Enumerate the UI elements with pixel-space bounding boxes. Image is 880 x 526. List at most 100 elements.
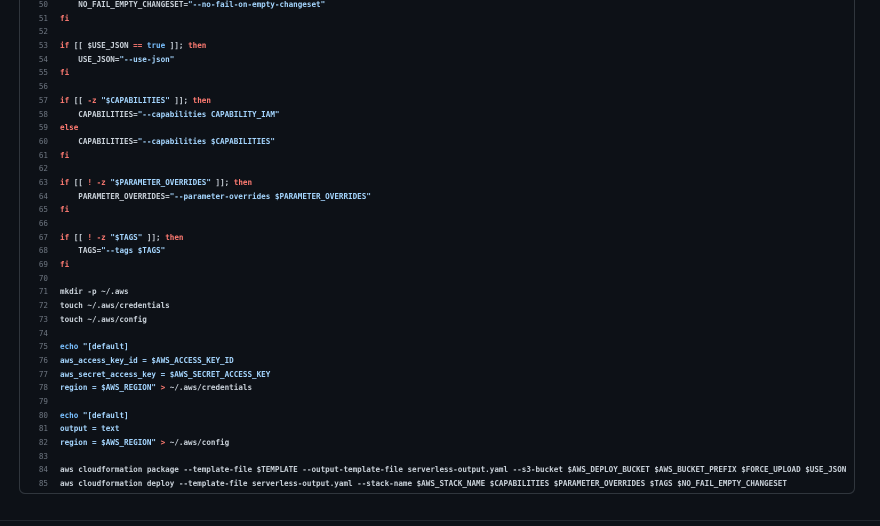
code-token: CAPABILITIES= <box>60 109 138 119</box>
line-number[interactable]: 51 <box>20 12 48 26</box>
code-line: 77 aws_secret_access_key = $AWS_SECRET_AC… <box>20 368 854 382</box>
line-number[interactable]: 77 <box>20 368 48 382</box>
line-number[interactable]: 67 <box>20 231 48 245</box>
line-number[interactable]: 65 <box>20 203 48 217</box>
line-number[interactable]: 53 <box>20 39 48 53</box>
code-line: 84 aws cloudformation package --template-… <box>20 463 854 477</box>
code-token: then <box>165 232 184 242</box>
code-token: "--no-fail-on-empty-changeset" <box>188 0 326 9</box>
code-token: "$PARAMETER_OVERRIDES" <box>110 177 211 187</box>
code-token: NO_FAIL_EMPTY_CHANGESET= <box>60 0 189 9</box>
line-number[interactable]: 66 <box>20 217 48 231</box>
code-token: PARAMETER_OVERRIDES= <box>60 191 170 201</box>
code-line: 66 <box>20 217 854 231</box>
code-token: CAPABILITIES= <box>60 136 138 146</box>
bottom-divider <box>0 520 880 521</box>
line-number[interactable]: 64 <box>20 190 48 204</box>
code-token: "$TAGS" <box>110 232 143 242</box>
line-number[interactable]: 63 <box>20 176 48 190</box>
code-token: ! -z <box>87 232 106 242</box>
line-number[interactable]: 76 <box>20 354 48 368</box>
code-token: then <box>233 177 253 187</box>
code-line: 58 CAPABILITIES="--capabilities CAPABILI… <box>20 108 854 122</box>
line-number[interactable]: 62 <box>20 162 48 176</box>
line-number[interactable]: 61 <box>20 149 48 163</box>
code-viewer-page: 50 NO_FAIL_EMPTY_CHANGESET="--no-fail-on… <box>0 0 880 526</box>
line-number[interactable]: 81 <box>20 422 48 436</box>
line-number[interactable]: 58 <box>20 108 48 122</box>
code-token: "--capabilities $CAPABILITIES" <box>137 136 275 146</box>
line-number[interactable]: 59 <box>20 121 48 135</box>
line-number[interactable]: 73 <box>20 313 48 327</box>
code-token: "$CAPABILITIES" <box>101 95 170 105</box>
line-number[interactable]: 83 <box>20 450 48 464</box>
line-number[interactable]: 80 <box>20 409 48 423</box>
line-number[interactable]: 57 <box>20 94 48 108</box>
code-line: 53 if [[ $USE_JSON == true ]]; then <box>20 39 854 53</box>
line-number[interactable]: 79 <box>20 395 48 409</box>
code-token: aws cloudformation deploy --template-fil… <box>60 479 787 489</box>
code-line: 78 region = $AWS_REGION" > ~/.aws/credent… <box>20 381 854 395</box>
code-token: "[default] <box>82 410 129 420</box>
code-line: 67 if [[ ! -z "$TAGS" ]]; then <box>20 231 854 245</box>
code-token: fi <box>60 205 70 215</box>
code-line: 74 <box>20 327 854 341</box>
code-token: echo <box>60 410 79 420</box>
code-line: 64 PARAMETER_OVERRIDES="--parameter-over… <box>20 190 854 204</box>
code-panel: 50 NO_FAIL_EMPTY_CHANGESET="--no-fail-on… <box>19 0 855 494</box>
code-token: region = $AWS_REGION" <box>60 383 157 393</box>
code-line: 65 fi <box>20 203 854 217</box>
line-number[interactable]: 70 <box>20 272 48 286</box>
line-number[interactable]: 60 <box>20 135 48 149</box>
code-line: 71 mkdir -p ~/.aws <box>20 285 854 299</box>
code-line: 57 if [[ -z "$CAPABILITIES" ]]; then <box>20 94 854 108</box>
code-token: fi <box>60 13 70 23</box>
line-number[interactable]: 71 <box>20 285 48 299</box>
code-token: [[ $USE_JSON <box>69 41 134 51</box>
line-number[interactable]: 75 <box>20 340 48 354</box>
line-number[interactable]: 82 <box>20 436 48 450</box>
code-token: == <box>133 41 143 51</box>
code-token: if <box>60 232 70 242</box>
line-number[interactable]: 55 <box>20 66 48 80</box>
line-number[interactable]: 50 <box>20 0 48 12</box>
line-number[interactable]: 84 <box>20 463 48 477</box>
line-number[interactable]: 52 <box>20 25 48 39</box>
code-token: "--use-json" <box>119 54 175 64</box>
code-token: USE_JSON= <box>60 54 120 64</box>
line-number[interactable]: 68 <box>20 244 48 258</box>
code-token: touch ~/.aws/credentials <box>60 301 170 311</box>
code-token: echo <box>60 342 79 352</box>
code-token: output = text <box>60 424 120 434</box>
line-number[interactable]: 69 <box>20 258 48 272</box>
code-token: if <box>60 95 70 105</box>
code-line: 69 fi <box>20 258 854 272</box>
code-token: ~/.aws/config <box>165 438 230 447</box>
line-number[interactable]: 74 <box>20 327 48 341</box>
code-token: else <box>60 123 79 133</box>
code-token: ]]; <box>210 177 234 187</box>
line-number[interactable]: 54 <box>20 53 48 67</box>
code-line: 59 else <box>20 121 854 135</box>
code-line: 80 echo "[default] <box>20 409 854 423</box>
code-token: ]]; <box>142 232 166 242</box>
code-token: TAGS= <box>60 246 102 256</box>
code-token: mkdir -p ~/.aws <box>60 287 129 297</box>
code-line: 62 <box>20 162 854 176</box>
code-token: ~/.aws/credentials <box>165 383 253 393</box>
line-number[interactable]: 85 <box>20 477 48 491</box>
code-line: 75 echo "[default] <box>20 340 854 354</box>
code-line: 52 <box>20 25 854 39</box>
line-number[interactable]: 56 <box>20 80 48 94</box>
line-number[interactable]: 72 <box>20 299 48 313</box>
code-table: 50 NO_FAIL_EMPTY_CHANGESET="--no-fail-on… <box>20 0 854 491</box>
code-line: 54 USE_JSON="--use-json" <box>20 53 854 67</box>
code-token: if <box>60 177 70 187</box>
code-line: 61 fi <box>20 149 854 163</box>
code-line: 63 if [[ ! -z "$PARAMETER_OVERRIDES" ]]; … <box>20 176 854 190</box>
code-token: -z <box>87 95 97 105</box>
code-line: 82 region = $AWS_REGION" > ~/.aws/config <box>20 436 854 450</box>
line-number[interactable]: 78 <box>20 381 48 395</box>
code-line: 50 NO_FAIL_EMPTY_CHANGESET="--no-fail-on… <box>20 0 854 12</box>
code-token: then <box>192 95 211 105</box>
